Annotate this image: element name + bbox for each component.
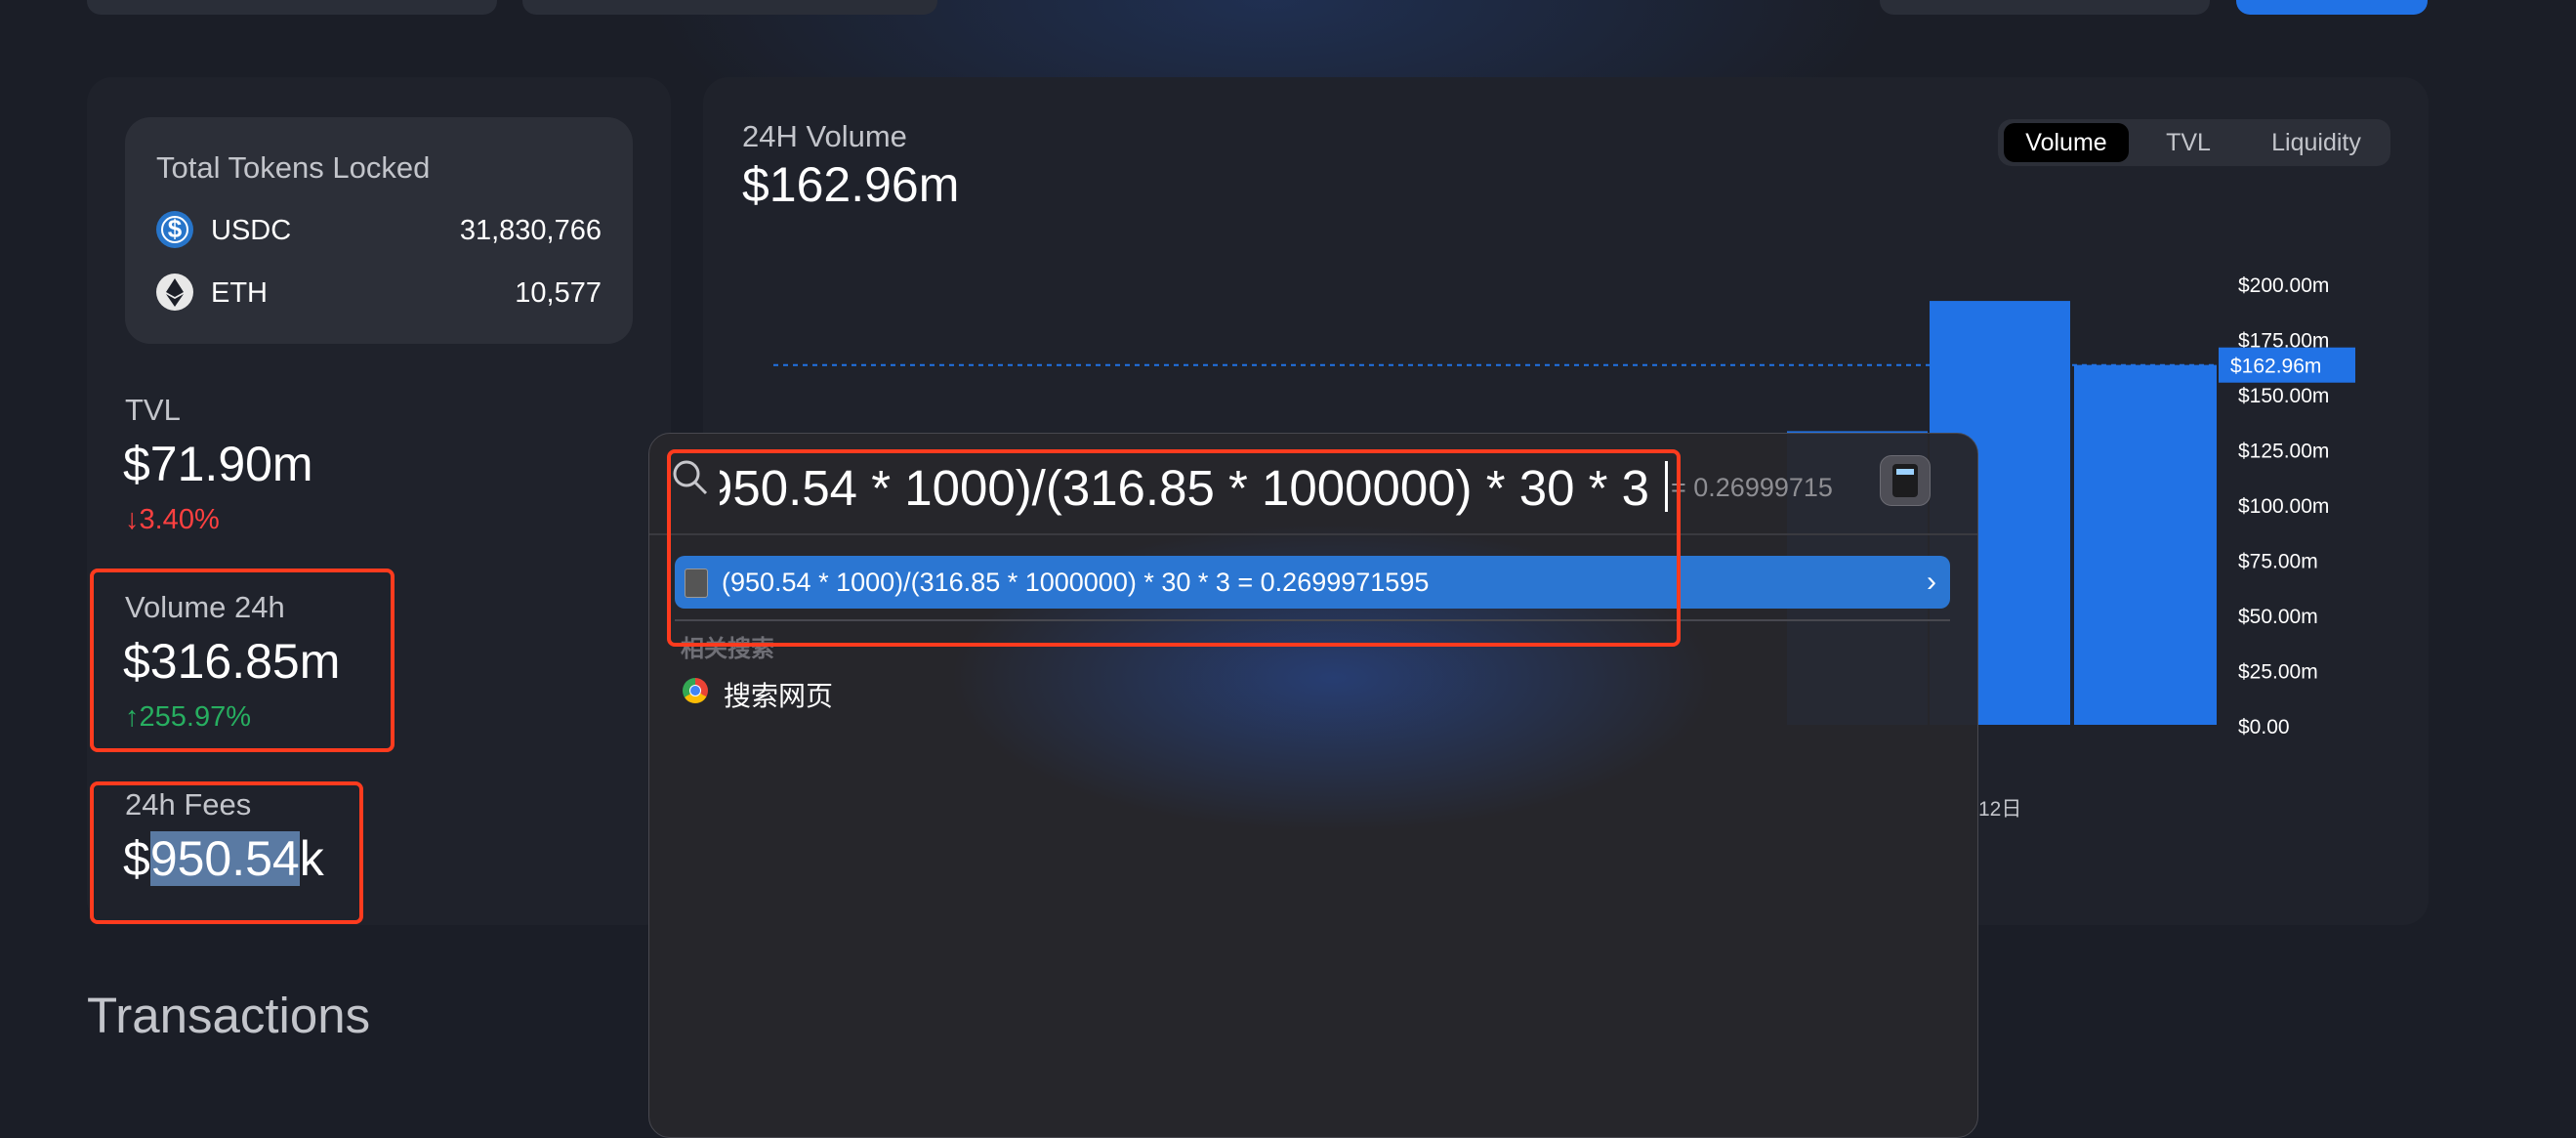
usdc-icon [156,211,193,248]
spotlight-inline-answer: = 0.26999715 [1671,473,1833,502]
fees-label: 24h Fees [125,787,252,822]
y-tick-label: $50.00m [2238,606,2318,628]
volume-label: Volume 24h [125,590,285,624]
toggle-tvl[interactable]: TVL [2135,123,2242,162]
tvl-change-value: 3.40% [139,504,220,535]
chrome-icon [683,678,708,703]
arrow-down-icon: ↓ [125,504,140,535]
arrow-up-icon: ↑ [125,701,140,733]
eth-icon [156,274,193,311]
y-tick-label: $25.00m [2238,661,2318,684]
fees-selected-text[interactable]: 950.54 [149,831,300,886]
toggle-liquidity[interactable]: Liquidity [2248,123,2385,162]
token-row-eth[interactable]: ETH 10,577 [156,272,602,315]
token-row-usdc[interactable]: USDC 31,830,766 [156,209,602,252]
top-nav-pill[interactable] [522,0,937,15]
chart-toggle: Volume TVL Liquidity [1998,119,2390,166]
token-amount: 31,830,766 [459,215,602,246]
volume-value: $316.85m [123,634,341,689]
top-nav-pill[interactable] [87,0,497,15]
tokens-locked-title: Total Tokens Locked [156,150,431,185]
tvl-label: TVL [125,393,181,427]
volume-change-value: 255.97% [139,701,252,733]
tvl-value: $71.90m [123,437,313,491]
token-amount: 10,577 [515,277,602,309]
tvl-change: ↓3.40% [125,504,220,536]
fees-value[interactable]: $950.54k [123,830,324,887]
token-symbol: ETH [211,277,268,309]
highlight-label: $162.96m [2230,356,2321,378]
volume-change: ↑255.97% [125,701,251,734]
x-tick-label: 12日 [1978,798,2021,821]
annotation-box-spotlight [667,449,1681,647]
calculator-icon[interactable] [1880,455,1931,506]
chart-value: $162.96m [742,157,960,212]
top-action-button[interactable] [2236,0,2428,15]
eth-diamond-icon [166,278,184,307]
transactions-title: Transactions [87,988,371,1043]
y-tick-label: $0.00 [2238,716,2290,738]
search-web-item[interactable]: 搜索网页 [724,675,833,714]
y-tick-label: $75.00m [2238,551,2318,573]
chart-bar[interactable] [2074,364,2217,725]
chart-title: 24H Volume [742,119,907,153]
y-tick-label: $200.00m [2238,274,2329,297]
y-tick-label: $100.00m [2238,495,2329,518]
toggle-volume[interactable]: Volume [2004,123,2129,162]
chevron-right-icon: › [1927,566,1936,598]
y-tick-label: $150.00m [2238,385,2329,407]
fees-prefix: $ [123,831,150,886]
fees-suffix: k [299,831,324,886]
top-search-pill[interactable] [1880,0,2210,15]
token-symbol: USDC [211,215,292,246]
y-tick-label: $125.00m [2238,441,2329,463]
